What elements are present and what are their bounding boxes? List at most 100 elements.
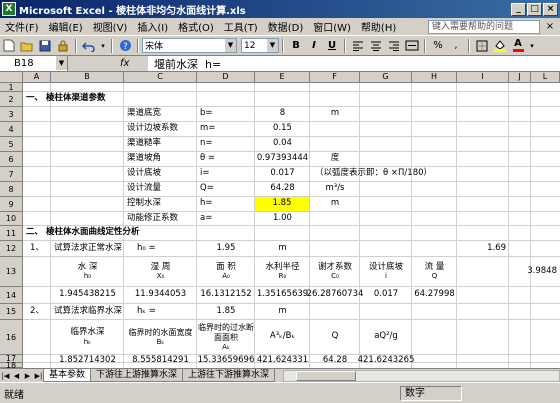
calc-symbol[interactable]: h₀ = — [134, 241, 156, 256]
row-header[interactable]: 11 — [0, 226, 23, 241]
menu-help[interactable]: 帮助(H) — [356, 19, 401, 34]
table-header[interactable]: 湿 周 X₀ — [124, 257, 197, 286]
font-color-icon[interactable]: A — [510, 38, 526, 54]
table-cell[interactable]: 64.28 — [310, 355, 360, 366]
param-unit[interactable]: m³/s — [310, 182, 360, 196]
italic-button[interactable]: I — [306, 38, 322, 54]
param-label[interactable]: 设计边坡系数 — [124, 122, 178, 136]
formula-input[interactable]: 堰前水深 h= — [148, 56, 221, 72]
column-header[interactable]: B — [51, 72, 124, 83]
row-header[interactable]: 1 — [0, 83, 23, 92]
row-header[interactable]: 3 — [0, 107, 23, 122]
menu-format[interactable]: 格式(O) — [173, 19, 219, 34]
column-header[interactable]: I — [457, 72, 509, 83]
calc-extra-value[interactable]: 1.69 — [457, 241, 509, 256]
select-all-corner[interactable] — [0, 72, 23, 83]
column-header[interactable]: E — [255, 72, 310, 83]
tab-upstream-to-downstream[interactable]: 上游往下游推算水深 — [182, 369, 276, 382]
row-header[interactable]: 16 — [0, 320, 23, 355]
param-value[interactable]: 64.28 — [255, 182, 310, 196]
param-value[interactable]: 0.04 — [255, 137, 310, 151]
param-unit[interactable]: m — [310, 197, 360, 211]
param-label[interactable]: 动能修正系数 — [124, 212, 178, 225]
param-symbol[interactable]: θ = — [197, 152, 215, 166]
calc-value[interactable]: 1.95 — [197, 241, 255, 256]
table-cell[interactable]: 26.28760734 — [307, 287, 364, 303]
underline-button[interactable]: U — [324, 38, 340, 54]
column-header[interactable]: D — [197, 72, 255, 83]
save-icon[interactable] — [37, 38, 53, 54]
open-folder-icon[interactable] — [19, 38, 35, 54]
param-unit[interactable]: （以弧度表示即：θ ×Π/180） — [312, 167, 432, 181]
font-size-select[interactable]: 12 ▼ — [241, 38, 279, 53]
table-cell[interactable]: 0.017 — [360, 287, 412, 303]
row-header[interactable]: 13 — [0, 257, 23, 287]
table-cell[interactable]: 1.852714302 — [51, 355, 124, 366]
table-header[interactable]: A³ₖ/Bₖ — [255, 320, 310, 354]
next-sheet-icon[interactable]: ▶ — [22, 370, 33, 382]
table-header[interactable]: 面 积 A₀ — [197, 257, 255, 286]
param-value[interactable]: 8 — [255, 107, 310, 121]
table-header[interactable]: 流 量 Q — [412, 257, 457, 286]
workbook-close-icon[interactable]: × — [544, 21, 556, 32]
chevron-down-icon[interactable]: ▼ — [225, 39, 236, 52]
table-header[interactable]: aQ²/g — [360, 320, 412, 354]
prev-sheet-icon[interactable]: ◀ — [11, 370, 22, 382]
row-header[interactable]: 12 — [0, 241, 23, 257]
row-header[interactable]: 7 — [0, 167, 23, 182]
param-symbol[interactable]: n= — [197, 137, 213, 151]
calc-value[interactable]: 1.85 — [197, 304, 255, 319]
column-header[interactable]: H — [412, 72, 457, 83]
undo-dropdown-icon[interactable]: ▾ — [99, 38, 107, 54]
column-header[interactable]: J — [509, 72, 531, 83]
param-label[interactable]: 渠道底宽 — [124, 107, 161, 121]
calc-unit[interactable]: m — [255, 241, 310, 256]
param-label[interactable]: 设计底坡 — [124, 167, 161, 181]
menu-insert[interactable]: 插入(I) — [132, 19, 173, 34]
fx-icon[interactable]: fx — [68, 56, 148, 71]
table-cell[interactable]: 1.35165639 — [255, 287, 310, 303]
column-header[interactable]: G — [360, 72, 412, 83]
param-symbol[interactable]: b= — [197, 107, 213, 121]
column-header[interactable]: F — [310, 72, 360, 83]
help-icon[interactable]: ? — [117, 38, 133, 54]
scrollbar-thumb[interactable] — [296, 370, 357, 381]
param-label[interactable]: 控制水深 — [124, 197, 161, 211]
help-search-input[interactable]: 键入需要帮助的问题 — [428, 19, 540, 34]
item-number[interactable]: 1、 — [23, 241, 51, 256]
percent-button[interactable]: % — [430, 38, 446, 54]
spreadsheet-grid[interactable]: A B C D E F G H I J L 1 2 3 4 5 6 7 8 9 … — [0, 72, 560, 368]
section1-title[interactable]: 一、 棱柱体渠道参数 — [23, 92, 105, 106]
align-center-icon[interactable] — [368, 38, 384, 54]
borders-icon[interactable] — [474, 38, 490, 54]
table-header[interactable]: 设计底坡 i — [360, 257, 412, 286]
chevron-down-icon[interactable]: ▼ — [56, 56, 67, 70]
excel-app-icon[interactable]: X — [2, 2, 16, 16]
row-header[interactable]: 4 — [0, 122, 23, 137]
chevron-down-icon[interactable]: ▼ — [267, 39, 278, 52]
param-label[interactable]: 渠道糙率 — [124, 137, 161, 151]
name-box[interactable]: B18 ▼ — [0, 56, 68, 71]
column-header[interactable]: C — [124, 72, 197, 83]
row-header[interactable]: 5 — [0, 137, 23, 152]
horizontal-scrollbar[interactable] — [283, 369, 560, 382]
param-symbol[interactable]: a= — [197, 212, 212, 225]
param-symbol[interactable]: h= — [197, 197, 213, 211]
table-header[interactable]: 水利半径 R₀ — [255, 257, 310, 286]
param-value[interactable]: 0.017 — [255, 167, 310, 181]
table-header[interactable]: 临界时的过水断面面积 Aₖ — [197, 320, 255, 354]
table-cell[interactable]: 11.9344053 — [124, 287, 197, 303]
menu-tools[interactable]: 工具(T) — [219, 19, 263, 34]
table-cell[interactable]: 421.624331 — [255, 355, 310, 366]
section2-title[interactable]: 二、 棱柱体水面曲线定性分析 — [23, 226, 139, 240]
menu-file[interactable]: 文件(F) — [0, 19, 44, 34]
calc-symbol[interactable]: hₖ = — [134, 304, 156, 319]
align-left-icon[interactable] — [350, 38, 366, 54]
table-header[interactable]: 水 深 h₀ — [51, 257, 124, 286]
param-symbol[interactable]: i= — [197, 167, 209, 181]
param-symbol[interactable]: m= — [197, 122, 215, 136]
param-value[interactable]: 0.15 — [255, 122, 310, 136]
align-right-icon[interactable] — [386, 38, 402, 54]
row-header[interactable]: 14 — [0, 287, 23, 304]
tab-downstream-to-upstream[interactable]: 下游往上游推算水深 — [90, 369, 184, 382]
